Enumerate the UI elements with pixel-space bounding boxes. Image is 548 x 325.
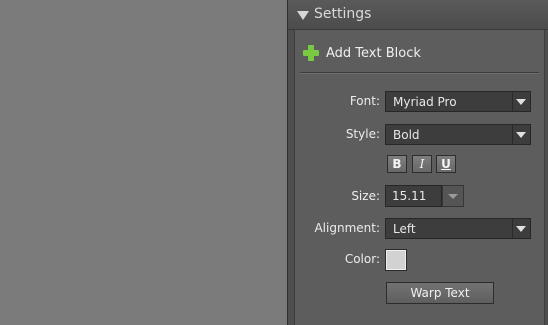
panel-title: Settings — [314, 6, 372, 22]
canvas-area — [0, 0, 287, 325]
chevron-down-icon — [516, 132, 526, 138]
plus-icon — [303, 45, 319, 61]
chevron-down-icon — [448, 194, 458, 199]
underline-button[interactable]: U — [436, 155, 456, 173]
alignment-dropdown[interactable]: Left — [385, 218, 531, 239]
chevron-down-icon — [516, 99, 526, 105]
settings-body: Add Text Block Font: Myriad Pro Style: B… — [294, 30, 545, 325]
warp-text-button[interactable]: Warp Text — [386, 282, 494, 304]
italic-button[interactable]: I — [412, 155, 432, 173]
add-text-block-label: Add Text Block — [326, 46, 421, 61]
color-swatch[interactable] — [385, 249, 407, 271]
chevron-down-icon — [516, 226, 526, 232]
font-value: Myriad Pro — [393, 95, 457, 109]
alignment-dropdown-arrow[interactable] — [512, 219, 530, 238]
style-dropdown[interactable]: Bold — [385, 124, 531, 145]
alignment-label: Alignment: — [314, 221, 380, 235]
divider — [300, 72, 539, 73]
collapse-triangle-icon[interactable] — [297, 11, 309, 20]
settings-header[interactable]: Settings — [288, 0, 548, 30]
font-label: Font: — [349, 94, 380, 108]
bold-button[interactable]: B — [387, 155, 407, 173]
style-label: Style: — [345, 127, 380, 141]
add-text-block-button[interactable]: Add Text Block — [295, 30, 544, 71]
font-dropdown-arrow[interactable] — [512, 92, 530, 111]
size-input[interactable]: 15.11 — [385, 185, 442, 207]
alignment-value: Left — [393, 222, 416, 236]
size-label: Size: — [351, 189, 380, 203]
color-label: Color: — [344, 252, 380, 266]
font-dropdown[interactable]: Myriad Pro — [385, 91, 531, 112]
size-value: 15.11 — [392, 189, 427, 203]
style-dropdown-arrow[interactable] — [512, 125, 530, 144]
style-value: Bold — [393, 128, 420, 142]
settings-panel: Settings Add Text Block Font: Myriad Pro… — [288, 0, 548, 325]
size-dropdown-button[interactable] — [442, 185, 464, 207]
